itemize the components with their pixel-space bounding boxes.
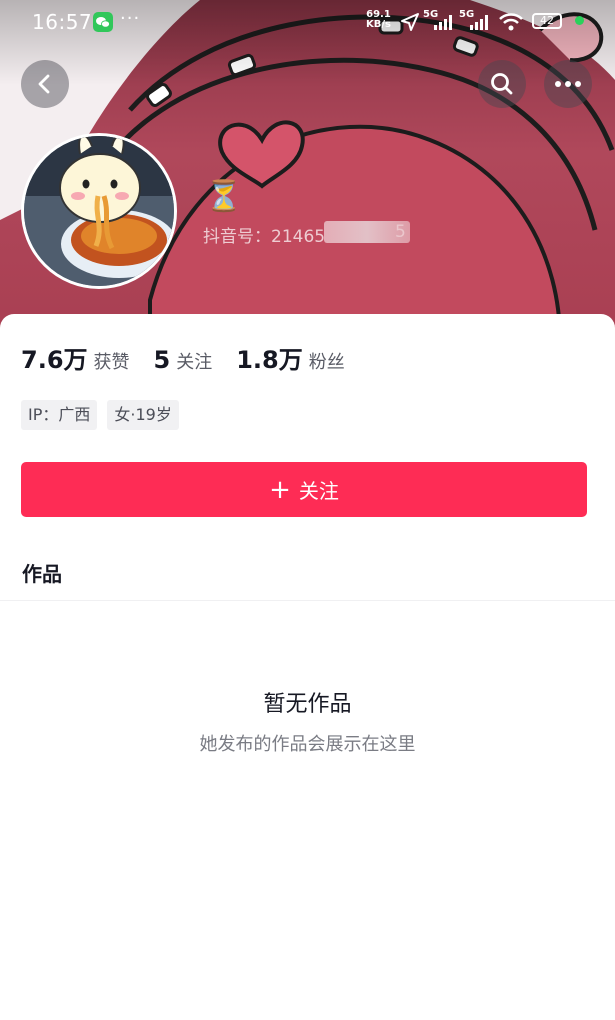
search-icon [491, 73, 513, 95]
status-bar: 16:57 ··· 69.1 KB/s 5G 5G 42 [0, 0, 615, 44]
avatar-image [24, 136, 174, 286]
signal-2-icon [470, 15, 488, 30]
douyin-id-label: 抖音号： [203, 227, 271, 247]
nickname: ⏳ [205, 179, 243, 214]
plus-icon: + [269, 474, 291, 505]
location-arrow-icon [401, 13, 419, 31]
stat-following-label: 关注 [176, 352, 213, 373]
profile-card: 7.6万 获赞 5 关注 1.8万 粉丝 IP：广西 女·19岁 + 关注 作品… [0, 314, 615, 1020]
stat-following-value: 5 [153, 346, 171, 374]
status-more-icon: ··· [120, 8, 141, 29]
more-button[interactable] [544, 60, 592, 108]
divider [0, 600, 615, 601]
status-time: 16:57 [32, 10, 93, 34]
tag-gender-age: 女·19岁 [107, 400, 179, 430]
tag-ip: IP：广西 [21, 400, 98, 430]
tab-works[interactable]: 作品 [22, 558, 62, 587]
profile-tags: IP：广西 女·19岁 [21, 400, 189, 430]
douyin-id-value: 21465 [271, 227, 326, 247]
stat-likes[interactable]: 7.6万 获赞 [21, 340, 130, 375]
wechat-icon [93, 12, 113, 32]
stat-followers-value: 1.8万 [236, 346, 303, 374]
more-dots-icon [555, 81, 581, 87]
stats-row: 7.6万 获赞 5 关注 1.8万 粉丝 [21, 340, 369, 375]
follow-button[interactable]: + 关注 [21, 462, 587, 517]
wifi-icon [499, 13, 523, 31]
stat-likes-value: 7.6万 [21, 346, 88, 374]
search-button[interactable] [478, 60, 526, 108]
empty-state-title: 暂无作品 [263, 692, 352, 717]
stat-followers-label: 粉丝 [308, 352, 345, 373]
battery-level: 42 [540, 14, 554, 27]
stat-followers[interactable]: 1.8万 粉丝 [236, 340, 345, 375]
empty-state-subtitle: 她发布的作品会展示在这里 [199, 734, 416, 755]
back-button[interactable] [21, 60, 69, 108]
net-speed-unit: KB/s [366, 19, 391, 30]
avatar[interactable] [21, 133, 177, 289]
profile-screen: 16:57 ··· 69.1 KB/s 5G 5G 42 ⏳ 抖音号：21465… [0, 0, 615, 1020]
battery-icon: 42 [532, 13, 562, 29]
charging-dot [575, 16, 584, 25]
id-redaction [324, 221, 410, 243]
douyin-id: 抖音号：21465 5 [203, 222, 406, 247]
signal-1-icon [434, 15, 452, 30]
net-speed: 69.1 KB/s [366, 10, 391, 30]
chevron-left-icon [38, 74, 50, 94]
stat-following[interactable]: 5 关注 [154, 346, 213, 374]
stat-likes-label: 获赞 [93, 352, 130, 373]
follow-button-label: 关注 [298, 479, 339, 503]
